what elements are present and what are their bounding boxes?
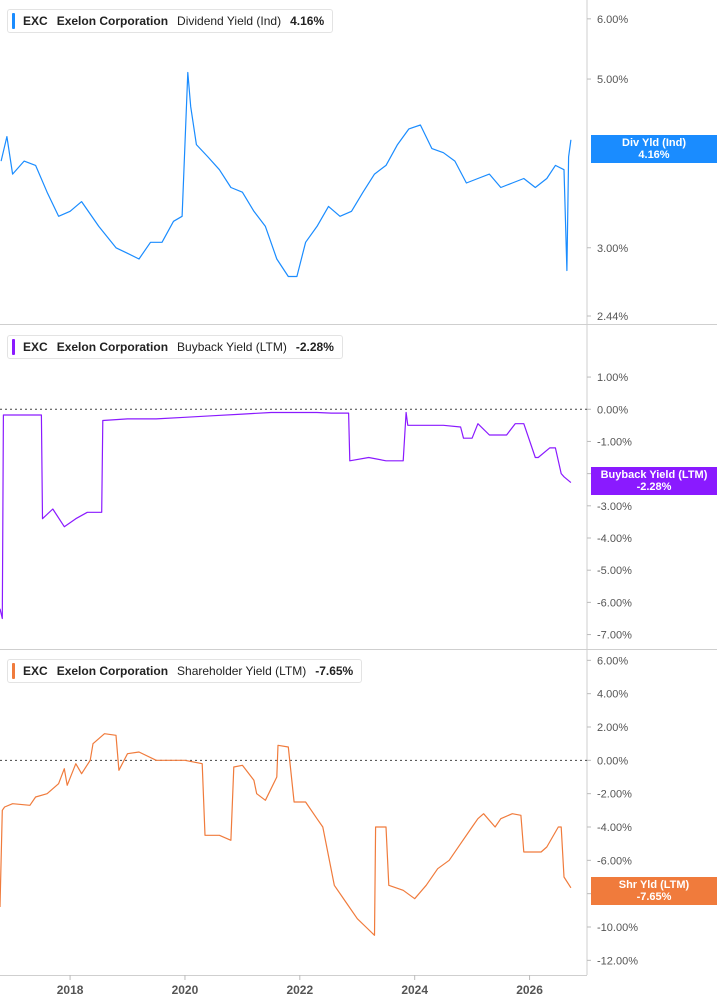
metric-value: -2.28% [295,340,334,354]
tag-label: Buyback Yield (LTM) [600,469,708,481]
y-tick-label: -5.00% [597,565,632,577]
metric-value: -7.65% [315,664,354,678]
shareholder-yield-value-tag: Shr Yld (LTM) -7.65% [591,877,717,905]
x-tick-label: 2020 [172,983,199,997]
tag-value: -7.65% [636,891,672,903]
series-color-swatch [12,13,15,29]
metric-name: Shareholder Yield (LTM) [177,664,307,678]
ticker: EXC [23,14,48,28]
y-tick-label: 4.00% [597,689,628,701]
ticker: EXC [23,340,48,354]
buyback-yield-value-tag: Buyback Yield (LTM) -2.28% [591,467,717,495]
y-tick-label: 5.00% [597,74,628,86]
series-color-swatch [12,663,15,679]
x-tick-label: 2022 [286,983,313,997]
y-tick-label: 1.00% [597,372,628,384]
x-axis: 2018 2020 2022 2024 2026 [57,975,543,997]
legend-buyback-yield[interactable]: EXC Exelon Corporation Buyback Yield (LT… [7,335,343,359]
company-name: Exelon Corporation [56,664,169,678]
metric-value: 4.16% [290,14,325,28]
tag-value: 4.16% [638,149,670,161]
legend-dividend-yield[interactable]: EXC Exelon Corporation Dividend Yield (I… [7,9,334,33]
series-line [0,733,572,936]
y-tick-label: -7.00% [597,630,632,642]
y-tick-label: 0.00% [597,404,628,416]
y-tick-label: 0.00% [597,755,628,767]
series-line [0,71,572,278]
company-name: Exelon Corporation [56,14,169,28]
x-tick-label: 2026 [516,983,543,997]
tag-label: Shr Yld (LTM) [618,879,690,891]
y-tick-label: -6.00% [597,855,632,867]
tag-label: Div Yld (Ind) [622,137,686,149]
buyback-yield-panel: 1.00%0.00%-1.00%-2.00%-3.00%-4.00%-5.00%… [0,372,632,642]
company-name: Exelon Corporation [56,340,169,354]
y-tick-label: 3.00% [597,243,628,255]
shareholder-yield-panel: 6.00%4.00%2.00%0.00%-2.00%-4.00%-6.00%-8… [0,655,638,967]
tag-value: -2.28% [636,481,672,493]
y-tick-label: -3.00% [597,501,632,513]
y-tick-label: -4.00% [597,822,632,834]
metric-name: Buyback Yield (LTM) [177,340,287,354]
y-tick-label: -6.00% [597,597,632,609]
y-tick-label: 6.00% [597,14,628,26]
dividend-yield-panel: 6.00% 5.00% 3.00% 2.44% [0,14,628,323]
series-color-swatch [12,339,15,355]
y-tick-label: 6.00% [597,655,628,667]
y-tick-label: 2.00% [597,722,628,734]
x-tick-label: 2024 [401,983,428,997]
y-tick-label: -1.00% [597,436,632,448]
y-tick-label: 2.44% [597,311,628,323]
y-tick-label: -2.00% [597,789,632,801]
y-tick-label: -4.00% [597,533,632,545]
legend-shareholder-yield[interactable]: EXC Exelon Corporation Shareholder Yield… [7,659,363,683]
y-tick-label: -10.00% [597,922,638,934]
x-tick-label: 2018 [57,983,84,997]
metric-name: Dividend Yield (Ind) [177,14,282,28]
series-line [0,411,572,620]
ticker: EXC [23,664,48,678]
dividend-yield-value-tag: Div Yld (Ind) 4.16% [591,135,717,163]
y-tick-label: -12.00% [597,955,638,967]
